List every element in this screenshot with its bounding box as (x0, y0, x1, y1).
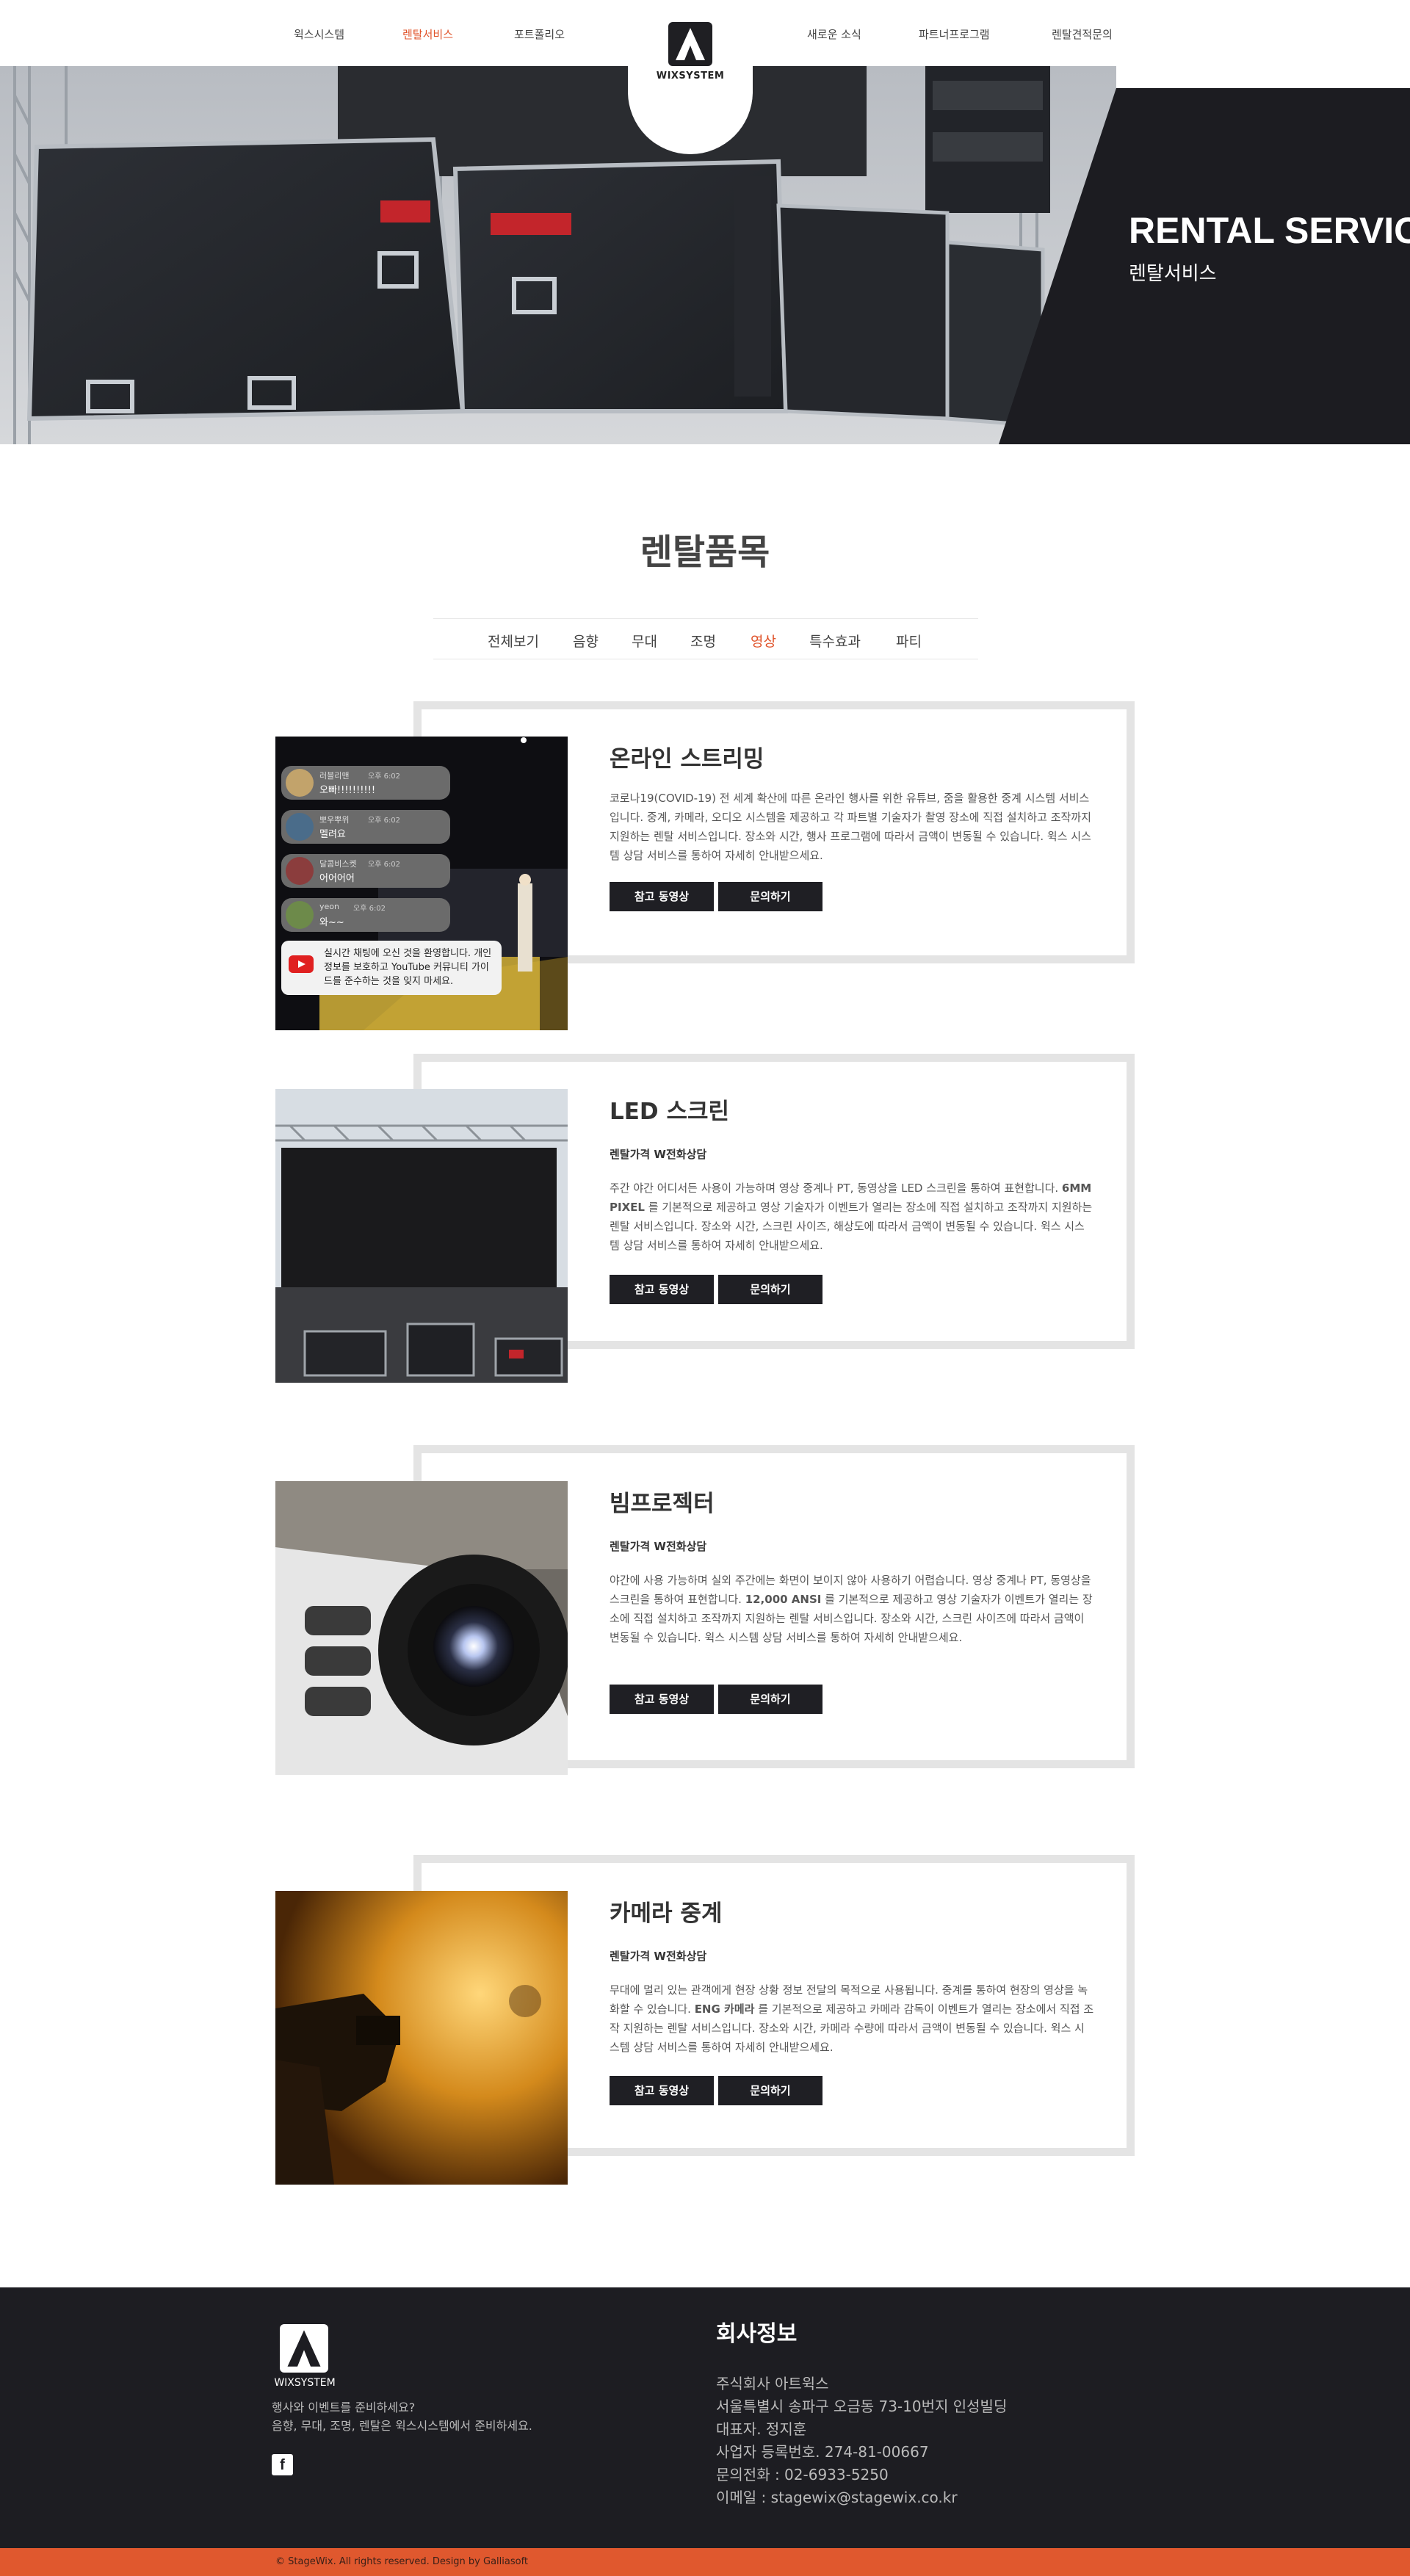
contact-email: 이메일 : stagewix@stagewix.co.kr (716, 2489, 958, 2506)
business-number: 사업자 등록번호. 274-81-00667 (716, 2443, 929, 2461)
footer-logo[interactable]: WIXSYSTEM (274, 2324, 336, 2393)
logo-a-icon (280, 2324, 328, 2373)
card-title: 카메라 중계 (610, 1900, 723, 1927)
footer-company-info: 주식회사 아트윅스 서울특별시 송파구 오금동 73-10번지 인성빌딩 대표자… (716, 2373, 1007, 2509)
nav-item-news[interactable]: 새로운 소식 (807, 26, 861, 42)
inquiry-button[interactable]: 문의하기 (718, 2076, 822, 2105)
card-description-highlight: 12,000 ANSI (745, 1593, 822, 1606)
chat-username: 뽀우뿌위 (319, 815, 350, 825)
contact-phone: 문의전화 : 02-6933-5250 (716, 2466, 889, 2483)
chat-username: 달콤비스켓 (319, 859, 357, 869)
chat-time: 오후 6:02 (353, 905, 386, 913)
reference-video-button[interactable]: 참고 동영상 (610, 1685, 714, 1714)
chat-text: 멜려요 (319, 829, 346, 840)
copyright-text: © StageWix. All rights reserved. Design … (275, 2556, 529, 2567)
footer-company-heading: 회사정보 (716, 2321, 798, 2347)
nav-item-portfolio[interactable]: 포트폴리오 (514, 26, 565, 42)
avatar (286, 813, 314, 841)
youtube-icon (289, 955, 314, 973)
footer-tagline-line: 행사와 이벤트를 준비하세요? (272, 2400, 416, 2414)
card-price: 렌탈가격 W전화상담 (610, 1950, 707, 1963)
chat-time: 오후 6:02 (368, 861, 401, 869)
avatar (286, 857, 314, 885)
chat-notice-text: 실시간 채팅에 오신 것을 환영합니다. 개인정보를 보호하고 YouTube … (324, 948, 492, 987)
card-description: 코로나19(COVID-19) 전 세계 확산에 따른 온라인 행사를 위한 유… (610, 789, 1094, 865)
filter-video[interactable]: 영상 (751, 631, 776, 651)
card-description-highlight: ENG 카메라 (694, 2002, 755, 2016)
chat-message: 뽀우뿌위 오후 6:02 멜려요 (281, 810, 450, 844)
logo-a-icon (668, 22, 712, 66)
card-description-text: 코로나19(COVID-19) 전 세계 확산에 따른 온라인 행사를 위한 유… (610, 792, 1091, 862)
category-filter-bar: 전체보기 음향 무대 조명 영상 특수효과 파티 (433, 618, 978, 659)
chat-notice: 실시간 채팅에 오신 것을 환영합니다. 개인정보를 보호하고 YouTube … (281, 941, 502, 995)
chat-message: 러블리맨 오후 6:02 오빠!!!!!!!!!! (281, 766, 450, 800)
facebook-icon[interactable]: f (272, 2454, 293, 2475)
streaming-photo: 러블리맨 오후 6:02 오빠!!!!!!!!!! 뽀우뿌위 오후 6:02 멜… (275, 737, 568, 1030)
projector-photo (275, 1481, 568, 1775)
chat-username: 러블리맨 (319, 771, 350, 781)
card-price: 렌탈가격 W전화상담 (610, 1148, 707, 1161)
reference-video-button[interactable]: 참고 동영상 (610, 1275, 714, 1304)
card-description: 무대에 멀리 있는 관객에게 현장 상황 정보 전달의 목적으로 사용됩니다. … (610, 1980, 1094, 2057)
hero-title: RENTAL SERVICE (1129, 210, 1410, 251)
nav-item-rental-quote[interactable]: 렌탈견적문의 (1052, 26, 1113, 42)
card-description-text: 주간 야간 어디서든 사용이 가능하며 영상 중계나 PT, 동영상을 LED … (610, 1182, 1062, 1195)
nav-item-rental-service[interactable]: 렌탈서비스 (402, 26, 453, 42)
card-title: 온라인 스트리밍 (610, 746, 764, 773)
nav-item-wixsystem[interactable]: 윅스시스템 (294, 26, 344, 42)
avatar (286, 769, 314, 797)
footer-tagline-line: 음향, 무대, 조명, 렌탈은 윅스시스템에서 준비하세요. (272, 2419, 532, 2433)
copyright-bar: © StageWix. All rights reserved. Design … (0, 2548, 1410, 2576)
footer: WIXSYSTEM 행사와 이벤트를 준비하세요? 음향, 무대, 조명, 렌탈… (0, 2287, 1410, 2548)
inquiry-button[interactable]: 문의하기 (718, 1685, 822, 1714)
camera-operator-photo (275, 1891, 568, 2185)
hero-subtitle: 렌탈서비스 (1129, 263, 1217, 285)
card-description: 야간에 사용 가능하며 실외 주간에는 화면이 보이지 않아 사용하기 어렵습니… (610, 1571, 1094, 1647)
inquiry-button[interactable]: 문의하기 (718, 882, 822, 911)
filter-stage[interactable]: 무대 (632, 631, 657, 651)
filter-all[interactable]: 전체보기 (488, 631, 539, 651)
card-description: 주간 야간 어디서든 사용이 가능하며 영상 중계나 PT, 동영상을 LED … (610, 1179, 1094, 1255)
projector-closeup-photo (275, 1481, 568, 1775)
live-chat-overlay: 러블리맨 오후 6:02 오빠!!!!!!!!!! 뽀우뿌위 오후 6:02 멜… (281, 766, 502, 995)
card-title: LED 스크린 (610, 1099, 730, 1125)
reference-video-button[interactable]: 참고 동영상 (610, 882, 714, 911)
camera-photo (275, 1891, 568, 2185)
filter-lighting[interactable]: 조명 (690, 631, 716, 651)
reference-video-button[interactable]: 참고 동영상 (610, 2076, 714, 2105)
chat-username: yeon (319, 902, 339, 911)
chat-text: 어어어어 (319, 873, 355, 884)
avatar (286, 901, 314, 929)
chat-time: 오후 6:02 (368, 773, 401, 781)
chat-text: 와~~ (319, 917, 344, 928)
led-screen-photo (275, 1089, 568, 1383)
logo-text: WIXSYSTEM (656, 70, 725, 82)
card-price: 렌탈가격 W전화상담 (610, 1540, 707, 1553)
footer-tagline: 행사와 이벤트를 준비하세요? 음향, 무대, 조명, 렌탈은 윅스시스템에서 … (272, 2398, 532, 2435)
footer-logo-text: WIXSYSTEM (274, 2377, 336, 2389)
chat-text: 오빠!!!!!!!!!! (319, 785, 376, 796)
filter-special-effects[interactable]: 특수효과 (809, 631, 861, 651)
chat-message: yeon 오후 6:02 와~~ (281, 898, 450, 932)
site-logo[interactable]: WIXSYSTEM (628, 0, 753, 154)
company-ceo: 대표자. 정지훈 (716, 2420, 807, 2438)
filter-sound[interactable]: 음향 (573, 631, 599, 651)
card-description-text: 를 기본적으로 제공하고 영상 기술자가 이벤트가 열리는 장소에 직접 설치하… (610, 1201, 1093, 1252)
inquiry-button[interactable]: 문의하기 (718, 1275, 822, 1304)
company-name: 주식회사 아트윅스 (716, 2375, 829, 2392)
nav-item-partner-program[interactable]: 파트너프로그램 (919, 26, 990, 42)
section-title: 렌탈품목 (640, 532, 770, 573)
card-title: 빔프로젝터 (610, 1491, 715, 1517)
chat-message: 달콤비스켓 오후 6:02 어어어어 (281, 854, 450, 888)
filter-party[interactable]: 파티 (896, 631, 922, 651)
chat-time: 오후 6:02 (368, 817, 401, 825)
company-address: 서울특별시 송파구 오금동 73-10번지 인성빌딩 (716, 2398, 1008, 2415)
led-screen-stage-photo (275, 1089, 568, 1383)
